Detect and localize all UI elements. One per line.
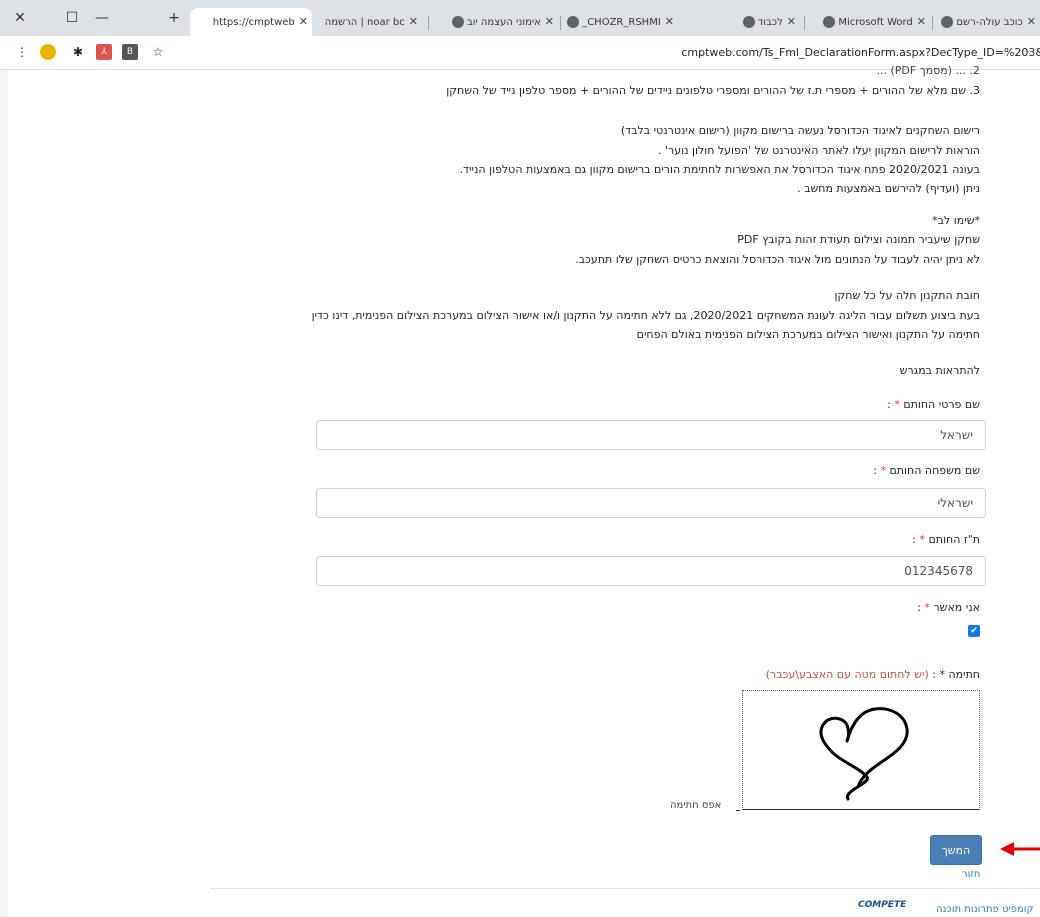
browser-tab-bar: ✕ ☐ — + ✕ https://cmptweb ✕ noar bc | הרשמ… — [0, 0, 1040, 36]
label-colon: : — [873, 464, 881, 477]
compete-logo-text: COMPETE — [858, 900, 907, 910]
signature-baseline — [736, 810, 740, 811]
para2-line3: לא ניתן יהיה לעבוד על הנתונים מול איגוד … — [575, 253, 980, 266]
required-mark: * — [880, 464, 887, 477]
continue-button[interactable]: המשך — [930, 835, 982, 865]
para4: להתראות במגרש — [899, 364, 980, 377]
page-content: 2. ... (מסמך PDF) ... 3. שם מלא של ההורי… — [0, 64, 1040, 917]
first-name-input[interactable]: ישראל — [316, 420, 986, 450]
tab-label: https://cmptweb — [212, 17, 295, 28]
b-extension-icon[interactable]: B — [122, 44, 138, 60]
tab-lekavod[interactable]: ✕ לכבוד — [684, 10, 800, 34]
red-arrow-icon — [1000, 842, 1040, 856]
footer-company-link[interactable]: קומפיט פתרונות תוכנה — [936, 904, 1034, 915]
tab-close-icon[interactable]: ✕ — [1027, 15, 1036, 28]
signature-drawing — [819, 707, 909, 801]
tab-imunei[interactable]: ✕ אימוני העצמה יוב — [434, 10, 558, 34]
tab-separator — [560, 16, 561, 30]
tab-label: לכבוד — [757, 17, 783, 28]
last-name-label: שם משפחה החותם * : — [873, 464, 980, 477]
globe-icon — [823, 16, 836, 28]
tab-close-icon[interactable]: ✕ — [545, 15, 554, 28]
signature-hint: (יש לחתום מטה עם האצבע\עכבר) — [765, 668, 929, 681]
tab-close-icon[interactable]: ✕ — [665, 15, 674, 28]
tab-label: CHOZR_RSHMI_ — [582, 17, 661, 28]
signature-label: חתימה * : (יש לחתום מטה עם האצבע\עכבר) — [766, 668, 980, 681]
tab-separator — [932, 16, 933, 30]
tab-noar-bc[interactable]: ✕ noar bc | הרשמה — [318, 10, 422, 34]
required-mark: * — [939, 668, 945, 681]
globe-icon — [451, 16, 464, 28]
approve-label: אני מאשר * : — [917, 601, 980, 614]
required-mark: * — [919, 533, 926, 546]
signature-label-text: חתימה — [948, 668, 980, 681]
tab-close-icon[interactable]: ✕ — [917, 15, 926, 28]
tab-close-icon[interactable]: ✕ — [787, 15, 796, 28]
tab-kochav-ole[interactable]: ✕ כוכב עולה-רשם — [934, 10, 1040, 34]
para1-line1: רישום השחקנים לאיגוד הכדורסל נעשה ברישום… — [620, 124, 980, 137]
id-label-text: ת"ז החותם — [928, 533, 981, 546]
menu-kebab-icon[interactable]: ⋮ — [14, 44, 30, 60]
globe-icon — [567, 16, 580, 28]
tab-label: Microsoft Word — [838, 17, 913, 28]
tab-close-icon[interactable]: ✕ — [299, 15, 308, 28]
new-tab-button[interactable]: + — [162, 6, 186, 30]
first-name-label-text: שם פרטי החותם — [903, 398, 980, 411]
id-input[interactable]: 012345678 — [316, 556, 986, 586]
para1-line2: הוראות לרישום המקוון יעלו לאתר האינטרנט … — [657, 144, 980, 157]
tab-chozr[interactable]: ✕ CHOZR_RSHMI_ — [562, 10, 678, 34]
url-text[interactable]: cmptweb.com/Ts_Fml_DeclarationForm.aspx?… — [681, 46, 1040, 59]
tab-label: כוכב עולה-רשם — [956, 17, 1023, 28]
first-name-label: שם פרטי החותם * : — [887, 398, 980, 411]
tab-close-icon[interactable]: ✕ — [409, 15, 418, 28]
maximize-window-icon[interactable]: ☐ — [60, 6, 84, 30]
clear-signature-link[interactable]: אפס חתימה — [670, 800, 721, 811]
tab-active[interactable]: ✕ https://cmptweb — [190, 8, 312, 36]
required-mark: * — [924, 601, 930, 614]
approve-label-text: אני מאשר — [933, 601, 980, 614]
close-window-icon[interactable]: ✕ — [8, 6, 32, 30]
tab-label: אימוני העצמה יוב — [466, 17, 541, 28]
extensions-puzzle-icon[interactable]: ✱ — [70, 44, 86, 60]
tab-separator — [428, 16, 429, 30]
para3-line3: חתימה על התקנון ואישור הצילום במערכת הצי… — [636, 328, 980, 341]
list-item-2-partial: 2. ... (מסמך PDF) ... — [876, 64, 980, 77]
minimize-window-icon[interactable]: — — [90, 6, 114, 30]
bookmark-star-icon[interactable]: ☆ — [150, 44, 166, 60]
signature-pad[interactable] — [742, 690, 980, 810]
label-colon: : — [912, 533, 920, 546]
last-name-input[interactable]: ישראלי — [316, 488, 986, 518]
tab-label: noar bc | הרשמה — [324, 17, 405, 28]
profile-avatar-icon[interactable] — [40, 44, 56, 60]
compete-logo: COMPETE — [858, 900, 906, 910]
para1-line3: בעונה 2020/2021 פתח איגוד הכדורסל את האפ… — [459, 163, 980, 176]
back-link[interactable]: חזור — [962, 869, 980, 880]
id-label: ת"ז החותם * : — [912, 533, 980, 546]
tab-microsoft-word[interactable]: ✕ Microsoft Word — [806, 10, 930, 34]
approve-checkbox[interactable]: ✔ — [968, 625, 980, 637]
pdf-extension-icon[interactable]: ⅄ — [96, 44, 112, 60]
footer-divider — [210, 888, 1040, 889]
tab-separator — [804, 16, 805, 30]
list-item-3: 3. שם מלא של ההורים + מספרי ת.ז של ההורי… — [446, 84, 980, 97]
para3-line1: חובת התקנון חלה על כל שחקן — [834, 289, 981, 302]
para2-line1: *שימו לב* — [932, 214, 980, 227]
required-mark: * — [894, 398, 900, 411]
para3-line2: בעת ביצוע תשלום עבור הליגה לעונת המשחקים… — [311, 309, 980, 322]
para2-line2: שחקן שיעביר תמונה וצילום תעודת זהות בקוב… — [737, 233, 980, 246]
globe-icon — [742, 16, 755, 28]
globe-icon — [941, 16, 954, 28]
last-name-label-text: שם משפחה החותם — [889, 464, 981, 477]
para1-line4: ניתן (ועדיף) להירשם באמצעות מחשב . — [797, 182, 980, 195]
